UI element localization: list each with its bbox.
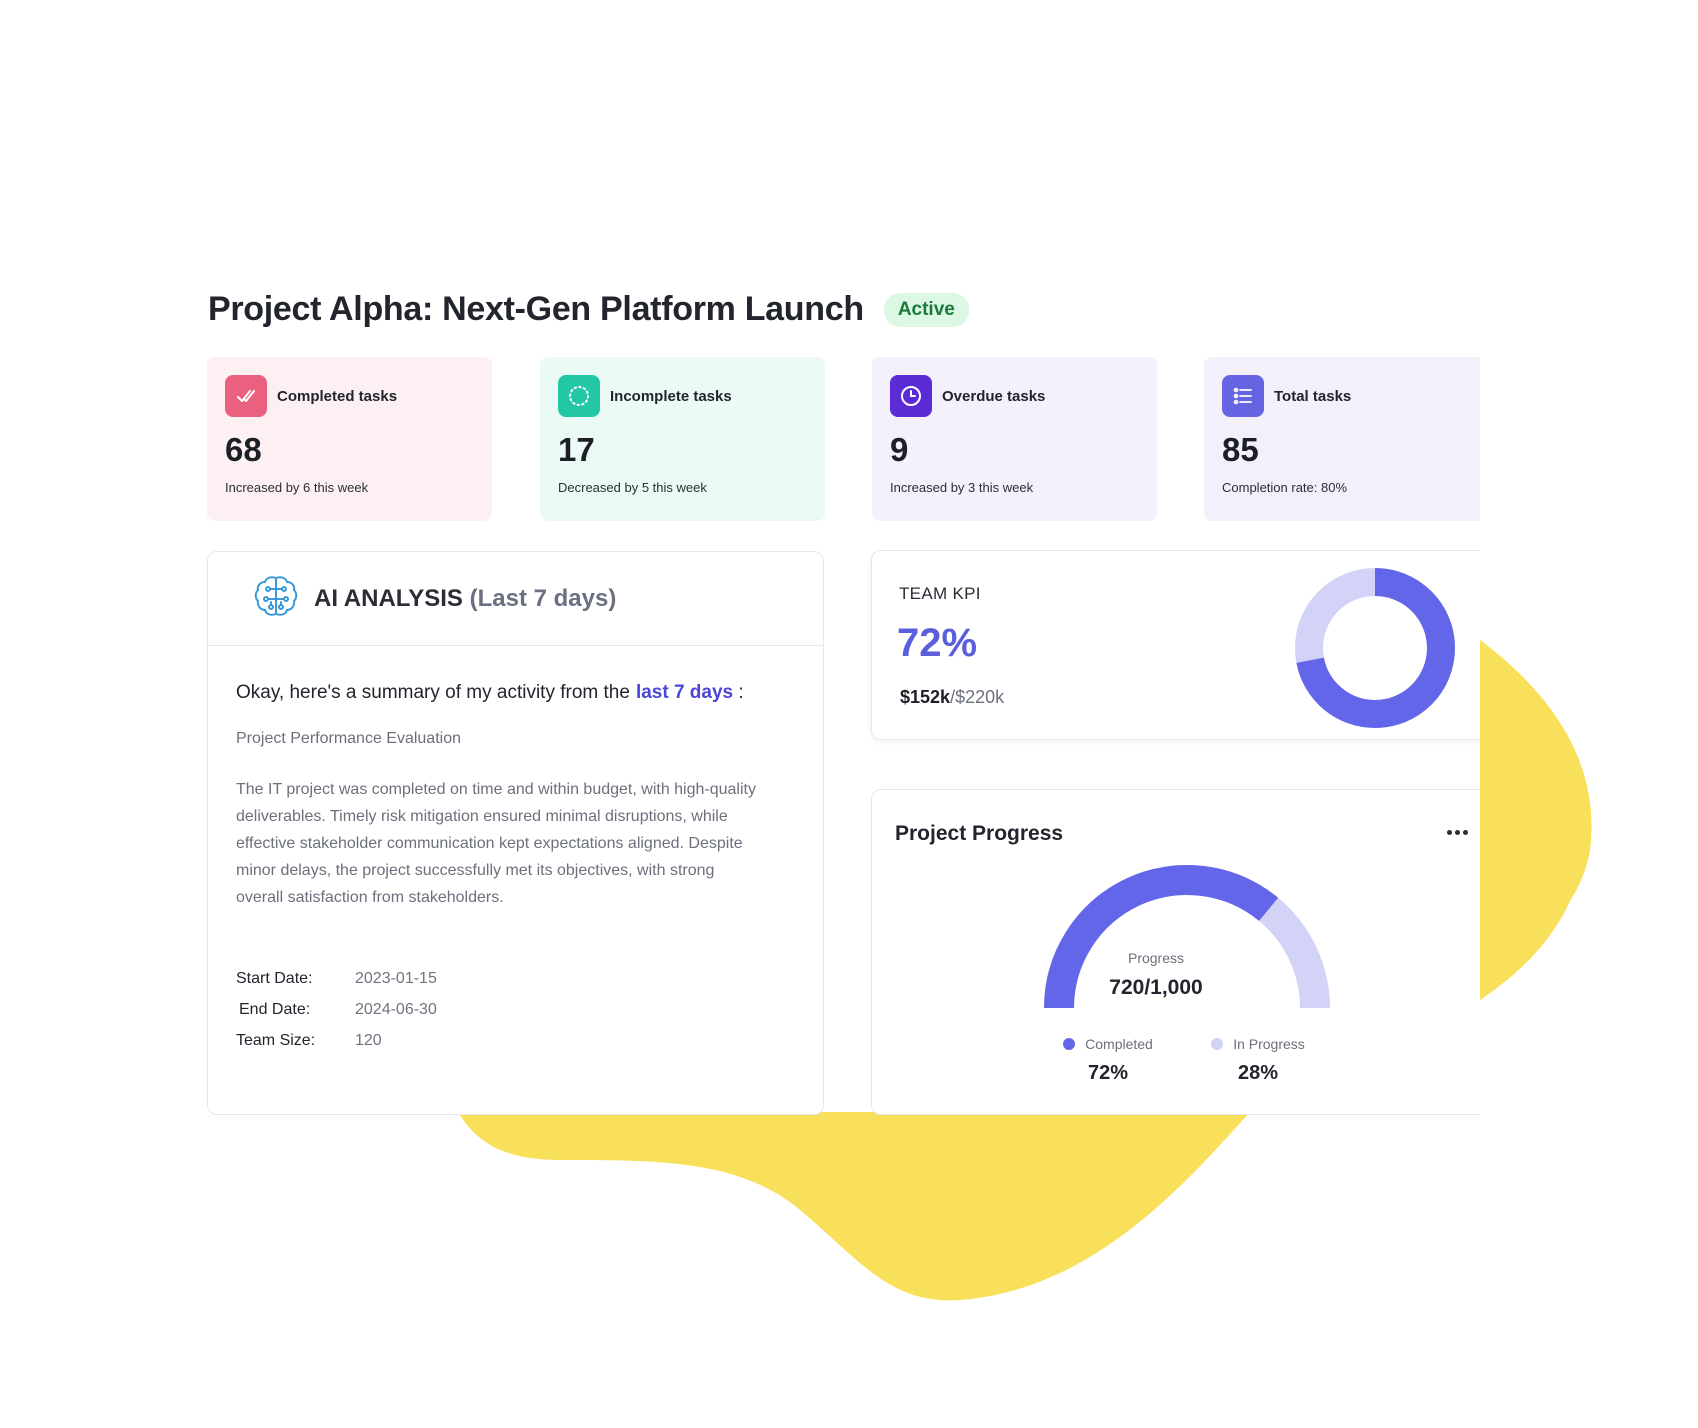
- ai-analysis-header: AI ANALYSIS (Last 7 days): [208, 552, 823, 646]
- stat-value: 9: [890, 431, 909, 468]
- legend-value: 72%: [1087, 1062, 1129, 1084]
- kpi-amount: $152k/$220k: [900, 687, 1005, 707]
- summary-text: The IT project was completed on time and…: [236, 781, 756, 906]
- project-progress-title: Project Progress: [895, 822, 1064, 845]
- stat-label: Overdue tasks: [942, 387, 1046, 405]
- team-kpi-panel: TEAM KPI 72% $152k/$220k: [871, 550, 1480, 740]
- stat-card-incomplete[interactable]: Incomplete tasks 17 Decreased by 5 this …: [540, 357, 825, 521]
- project-meta: Start Date: 2023-01-15 End Date: 2024-06…: [236, 963, 795, 1056]
- stat-note: Completion rate: 80%: [1222, 480, 1348, 495]
- kpi-donut-chart: [1295, 568, 1455, 728]
- stat-label: Total tasks: [1274, 387, 1352, 405]
- legend-completed: Completed 72%: [1058, 1036, 1158, 1085]
- kpi-label: TEAM KPI: [899, 584, 981, 603]
- stat-note: Increased by 3 this week: [890, 480, 1034, 495]
- meta-row-end-date: End Date: 2024-06-30: [239, 1000, 437, 1018]
- meta-row-start-date: Start Date: 2023-01-15: [236, 969, 437, 987]
- stat-note: Increased by 6 this week: [225, 480, 369, 495]
- stat-label: Incomplete tasks: [610, 387, 732, 405]
- page-title: Project Alpha: Next-Gen Platform Launch: [208, 290, 864, 328]
- list-icon: [1222, 375, 1264, 417]
- dashboard: Project Alpha: Next-Gen Platform Launch …: [0, 0, 1698, 1428]
- legend-dot-in-progress: [1211, 1038, 1224, 1050]
- dashboard-viewport: Project Alpha: Next-Gen Platform Launch …: [0, 0, 1480, 1428]
- stat-card-overdue[interactable]: Overdue tasks 9 Increased by 3 this week: [872, 357, 1157, 521]
- page-header: Project Alpha: Next-Gen Platform Launch …: [208, 290, 969, 329]
- stat-value: 17: [558, 431, 595, 468]
- stat-value: 68: [225, 431, 262, 468]
- stat-label: Completed tasks: [277, 387, 398, 405]
- stat-value: 85: [1222, 431, 1259, 468]
- project-progress-panel: Project Progress Progress 720/1,000 Comp…: [871, 789, 1480, 1115]
- stat-card-completed[interactable]: Completed tasks 68 Increased by 6 this w…: [207, 357, 492, 521]
- more-horizontal-icon[interactable]: [1442, 820, 1472, 844]
- last-7-days-link[interactable]: last 7 days: [636, 682, 733, 703]
- ai-analysis-title: AI ANALYSIS (Last 7 days): [314, 584, 617, 612]
- dotted-circle-icon: [558, 375, 600, 417]
- ai-analysis-panel: AI ANALYSIS (Last 7 days) Okay, here's a…: [207, 551, 824, 1115]
- double-check-icon: [225, 375, 267, 417]
- gauge-label: Progress: [1127, 950, 1185, 966]
- brain-icon: [252, 572, 300, 625]
- legend-value: 28%: [1237, 1062, 1279, 1084]
- kpi-value: 72%: [897, 621, 978, 665]
- legend-in-progress: In Progress 28%: [1203, 1036, 1313, 1085]
- status-badge: Active: [883, 292, 969, 327]
- stat-card-total[interactable]: Total tasks 85 Completion rate: 80%: [1204, 357, 1480, 521]
- gauge-value: 720/1,000: [1109, 976, 1203, 999]
- meta-row-team-size: Team Size: 120: [236, 1031, 382, 1049]
- legend-dot-completed: [1063, 1038, 1076, 1050]
- clock-icon: [890, 375, 932, 417]
- ai-intro: Okay, here's a summary of my activity fr…: [236, 682, 744, 703]
- section-title: Project Performance Evaluation: [236, 730, 461, 747]
- stat-note: Decreased by 5 this week: [558, 480, 707, 495]
